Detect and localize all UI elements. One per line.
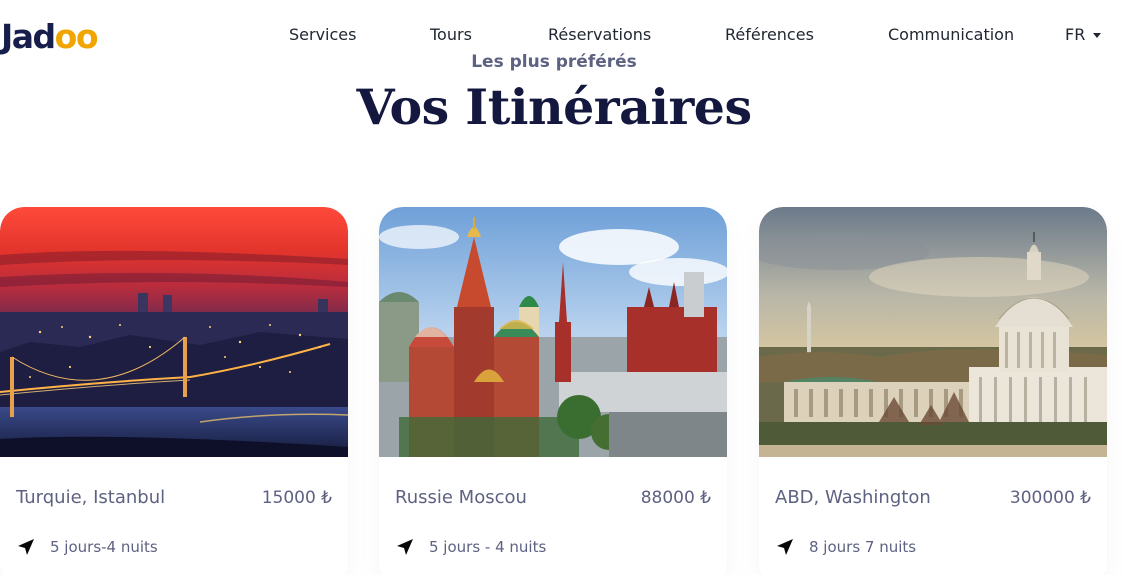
- card-price: 15000 ₺: [261, 488, 332, 508]
- card-duration-text: 8 jours 7 nuits: [809, 538, 917, 556]
- card-duration: 8 jours 7 nuits: [775, 537, 916, 557]
- destination-image-moscou: [379, 207, 727, 457]
- card-price: 88000 ₺: [640, 488, 711, 508]
- destination-image-washington: [759, 207, 1107, 457]
- navigation-arrow-icon: [18, 539, 34, 555]
- nav-item-tours[interactable]: Tours: [430, 24, 472, 46]
- section-subtitle: Les plus préférés: [471, 52, 637, 72]
- navigation-arrow-icon: [397, 539, 413, 555]
- navigation-arrow-icon: [777, 539, 793, 555]
- card-price: 300000 ₺: [1009, 488, 1091, 508]
- logo-accent-text: oo: [54, 17, 99, 56]
- nav-item-references[interactable]: Références: [725, 24, 814, 46]
- language-selector[interactable]: FR: [1065, 24, 1102, 46]
- destination-card-istanbul[interactable]: Turquie, Istanbul 15000 ₺ 5 jours-4 nuit…: [0, 207, 348, 575]
- nav-item-services[interactable]: Services: [289, 24, 356, 46]
- card-city: Turquie, Istanbul: [16, 487, 166, 508]
- destination-card-moscou[interactable]: Russie Moscou 88000 ₺ 5 jours - 4 nuits: [379, 207, 727, 575]
- nav-item-reservations[interactable]: Réservations: [548, 24, 651, 46]
- nav-item-communication[interactable]: Communication: [888, 24, 1014, 46]
- destination-card-washington[interactable]: ABD, Washington 300000 ₺ 8 jours 7 nuits: [759, 207, 1107, 575]
- language-label: FR: [1065, 25, 1086, 44]
- card-duration-text: 5 jours-4 nuits: [50, 538, 158, 556]
- section-title: Vos Itinéraires: [356, 78, 752, 136]
- card-city: Russie Moscou: [395, 487, 527, 508]
- card-duration: 5 jours-4 nuits: [16, 537, 158, 557]
- card-duration-text: 5 jours - 4 nuits: [429, 538, 547, 556]
- card-duration: 5 jours - 4 nuits: [395, 537, 546, 557]
- logo-text: Jad: [1, 17, 56, 56]
- brand-logo[interactable]: Jadoo: [1, 17, 99, 57]
- caret-down-icon: [1093, 32, 1102, 38]
- card-city: ABD, Washington: [775, 487, 931, 508]
- destination-image-istanbul: [0, 207, 348, 457]
